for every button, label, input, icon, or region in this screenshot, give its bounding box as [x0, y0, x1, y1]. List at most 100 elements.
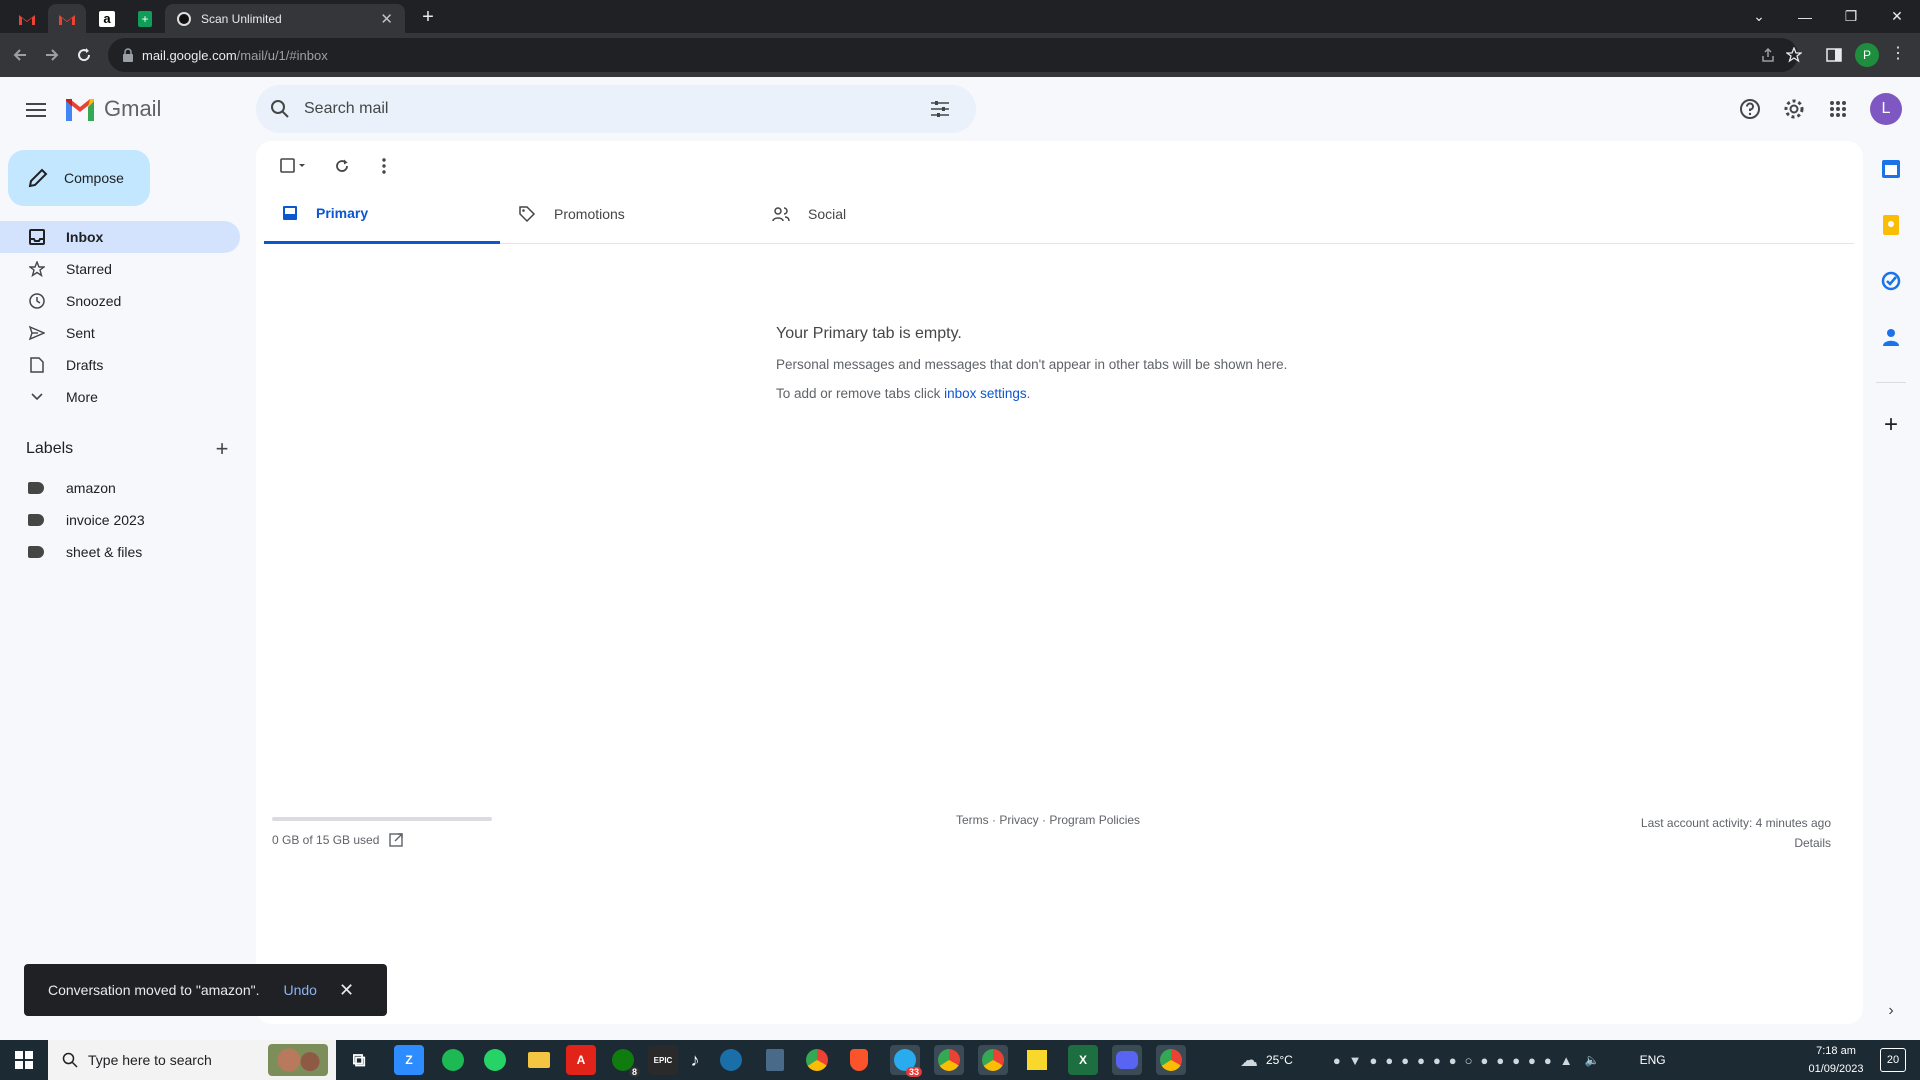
account-activity: Last account activity: 4 minutes ago Det… [1641, 813, 1831, 853]
address-bar[interactable]: mail.google.com/mail/u/1/#inbox [108, 38, 1802, 72]
search-input[interactable] [304, 100, 904, 118]
get-addons-button[interactable]: + [1878, 411, 1904, 438]
tab-label: Social [808, 206, 847, 222]
zoom-app-icon[interactable]: Z [394, 1045, 424, 1075]
minimize-button[interactable]: — [1782, 0, 1828, 33]
inbox-icon [283, 205, 297, 220]
close-window-button[interactable]: ✕ [1874, 0, 1920, 33]
chrome-other-window-icon[interactable] [1156, 1045, 1186, 1075]
file-explorer-icon[interactable] [524, 1045, 554, 1075]
chrome-window-icon[interactable] [978, 1045, 1008, 1075]
footer-separator: · [1038, 813, 1050, 827]
sidebar-item-drafts[interactable]: Drafts [0, 349, 240, 381]
tasks-app-button[interactable] [1878, 268, 1904, 294]
tab-primary[interactable]: Primary [264, 184, 500, 244]
tab-search-chevron-icon[interactable]: ⌄ [1736, 0, 1782, 33]
discord-app-icon[interactable] [1112, 1045, 1142, 1075]
label-item-amazon[interactable]: amazon [0, 472, 240, 504]
spotify-app-icon[interactable] [438, 1045, 468, 1075]
reload-button[interactable] [70, 41, 98, 69]
sidebar-item-sent[interactable]: Sent [0, 317, 240, 349]
side-panel-icon[interactable] [1826, 47, 1842, 63]
xbox-app-icon[interactable]: 8 [608, 1045, 640, 1077]
details-link[interactable]: Details [1641, 833, 1831, 853]
lock-icon [123, 48, 133, 62]
kebab-menu-icon [382, 158, 386, 174]
amd-software-icon[interactable]: A [566, 1045, 596, 1075]
inbox-settings-link[interactable]: inbox settings [944, 386, 1027, 401]
main-menu-button[interactable] [20, 94, 52, 126]
steam-app-icon[interactable] [716, 1045, 746, 1075]
volume-icon[interactable]: 🔈 [1585, 1053, 1600, 1067]
brave-app-icon[interactable] [844, 1045, 874, 1075]
sidebar-item-label: Sent [66, 325, 95, 341]
tab-social[interactable]: Social [754, 184, 990, 244]
chrome-profile-window-icon[interactable] [934, 1045, 964, 1075]
back-button[interactable] [6, 41, 34, 69]
search-options-icon[interactable] [930, 99, 950, 119]
sticky-notes-icon[interactable] [1022, 1045, 1052, 1075]
calculator-app-icon[interactable] [760, 1045, 790, 1075]
contacts-app-button[interactable] [1878, 324, 1904, 350]
undo-button[interactable]: Undo [284, 982, 317, 998]
language-indicator[interactable]: ENG [1640, 1053, 1666, 1067]
tiktok-app-icon[interactable]: ♪ [680, 1045, 710, 1075]
tab-promotions[interactable]: Promotions [500, 184, 736, 244]
select-all-checkbox[interactable] [274, 152, 314, 180]
search-icon[interactable] [270, 99, 290, 119]
compose-button[interactable]: Compose [8, 150, 150, 206]
sidebar-item-starred[interactable]: Starred [0, 253, 240, 285]
sidebar-item-inbox[interactable]: Inbox [0, 221, 240, 253]
chrome-profile-avatar[interactable]: P [1855, 43, 1879, 67]
snackbar: Conversation moved to "amazon". Undo ✕ [24, 964, 387, 1016]
restore-button[interactable]: ❐ [1828, 0, 1874, 33]
new-tab-button[interactable]: + [418, 6, 438, 28]
label-item-invoice-2023[interactable]: invoice 2023 [0, 504, 240, 536]
google-apps-button[interactable] [1822, 93, 1854, 125]
calendar-app-button[interactable] [1878, 156, 1904, 182]
tab-gmail-1[interactable] [8, 4, 46, 33]
refresh-button[interactable] [328, 152, 356, 180]
storage-usage: 0 GB of 15 GB used [272, 833, 404, 847]
sidebar-item-snoozed[interactable]: Snoozed [0, 285, 240, 317]
tab-amazon[interactable]: a [88, 4, 126, 33]
taskbar-search-box[interactable]: Type here to search [48, 1040, 336, 1080]
account-avatar[interactable]: L [1870, 93, 1902, 125]
tab-scan-unlimited[interactable]: Scan Unlimited ✕ [165, 4, 405, 33]
keep-app-button[interactable] [1878, 212, 1904, 238]
create-label-button[interactable]: + [210, 437, 234, 461]
privacy-link[interactable]: Privacy [999, 813, 1038, 827]
program-policies-link[interactable]: Program Policies [1049, 813, 1140, 827]
start-button[interactable] [0, 1040, 48, 1080]
tab-gmail-2[interactable] [48, 4, 86, 33]
chrome-app-icon[interactable] [802, 1045, 832, 1075]
whatsapp-app-icon[interactable] [480, 1045, 510, 1075]
support-button[interactable] [1734, 93, 1766, 125]
telegram-app-icon[interactable]: 33 [890, 1045, 922, 1077]
taskbar-clock[interactable]: 7:18 am 01/09/2023 [1800, 1042, 1872, 1078]
more-actions-button[interactable] [370, 152, 398, 180]
terms-link[interactable]: Terms [956, 813, 989, 827]
open-in-new-icon[interactable] [389, 833, 404, 847]
forward-button[interactable] [38, 41, 66, 69]
gmail-logo[interactable]: Gmail [64, 96, 161, 122]
bookmark-star-icon[interactable] [1786, 47, 1802, 63]
chrome-menu-icon[interactable]: ⋮ [1890, 43, 1906, 63]
tab-close-icon[interactable]: ✕ [380, 10, 393, 28]
task-view-icon[interactable]: ⧉ [344, 1045, 374, 1075]
expand-side-panel-button[interactable]: › [1878, 998, 1904, 1024]
cloud-weather-icon[interactable]: ☁ [1240, 1050, 1258, 1071]
settings-button[interactable] [1778, 93, 1810, 125]
share-icon[interactable] [1760, 47, 1776, 63]
tray-app-icons[interactable]: ●▼●●●●●●○●●●●●▲ [1333, 1053, 1581, 1068]
tab-sheets[interactable]: + [126, 4, 164, 33]
sidebar-item-more[interactable]: More [0, 381, 240, 413]
close-icon[interactable]: ✕ [339, 980, 354, 1001]
notification-center-button[interactable]: 20 [1880, 1048, 1906, 1072]
label-item-sheet-files[interactable]: sheet & files [0, 536, 240, 568]
system-tray: ☁ 25°C ●▼●●●●●●○●●●●●▲ 🔈 ENG [1240, 1040, 1666, 1080]
windows-logo-icon [15, 1051, 33, 1069]
excel-app-icon[interactable]: X [1068, 1045, 1098, 1075]
epic-games-icon[interactable]: EPIC [648, 1045, 678, 1075]
weather-temperature[interactable]: 25°C [1266, 1053, 1293, 1067]
